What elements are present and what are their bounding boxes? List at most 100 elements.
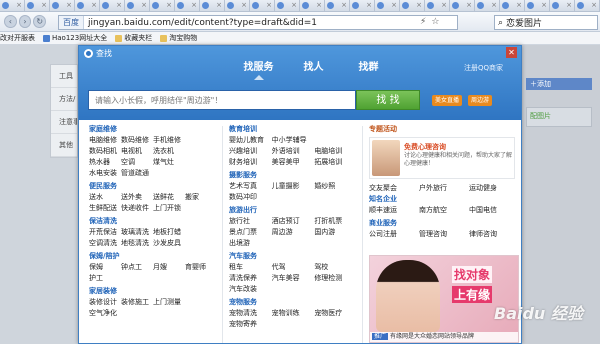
star-icon[interactable]: ☆	[431, 17, 439, 27]
browser-tab[interactable]: ×	[375, 0, 400, 11]
category-item[interactable]: 公司注册	[369, 229, 419, 240]
category-item[interactable]: 艺术写真	[229, 181, 272, 192]
browser-tab[interactable]: ×	[150, 0, 175, 11]
bookmark-item[interactable]: 收藏夹栏	[115, 33, 152, 43]
tab-close-icon[interactable]: ×	[491, 2, 497, 9]
category-item[interactable]: 律师咨询	[469, 229, 519, 240]
tab-close-icon[interactable]: ×	[566, 2, 572, 9]
tab-close-icon[interactable]: ×	[91, 2, 97, 9]
url-field[interactable]: 百度 jingyan.baidu.com/edit/content?type=d…	[58, 15, 458, 30]
register-merchant-link[interactable]: 注册QQ商家	[464, 63, 503, 73]
browser-search-box[interactable]: ⌕ 恋爱图片	[494, 15, 598, 30]
category-item[interactable]: 开荒保洁	[89, 227, 121, 238]
category-item[interactable]: 水电安装	[89, 168, 121, 179]
tab-close-icon[interactable]: ×	[516, 2, 522, 9]
background-add-button[interactable]: ＋添加	[526, 78, 592, 90]
browser-tab[interactable]: ×	[450, 0, 475, 11]
category-item[interactable]: 沙发皮具	[153, 238, 185, 249]
category-item[interactable]: 财务培训	[229, 157, 272, 168]
category-item[interactable]: 宠物寄养	[229, 319, 272, 330]
category-item[interactable]: 兴趣培训	[229, 146, 272, 157]
category-item[interactable]: 送水	[89, 192, 121, 203]
category-item[interactable]: 地板打蜡	[153, 227, 185, 238]
category-item[interactable]: 快递收件	[121, 203, 153, 214]
tab-close-icon[interactable]: ×	[391, 2, 397, 9]
category-item[interactable]: 搬家	[185, 192, 217, 203]
search-button[interactable]: 找 找	[356, 90, 420, 110]
tab-close-icon[interactable]: ×	[416, 2, 422, 9]
promo-card[interactable]: 免费心理咨询 讨论心理健康和相关问题，帮助大家了解心理健康！	[369, 137, 515, 179]
category-item[interactable]: 护工	[89, 273, 121, 284]
back-icon[interactable]: ‹	[4, 15, 17, 28]
category-item[interactable]: 旅行社	[229, 216, 272, 227]
browser-tab[interactable]: ×	[175, 0, 200, 11]
browser-tab[interactable]: ×	[425, 0, 450, 11]
category-item[interactable]: 驾校	[314, 262, 357, 273]
category-item[interactable]: 月嫂	[153, 262, 185, 273]
category-item[interactable]: 酒店预订	[272, 216, 315, 227]
bookmark-item[interactable]: 改对开服表	[0, 33, 35, 43]
tab-close-icon[interactable]: ×	[441, 2, 447, 9]
category-item[interactable]: 电脑维修	[89, 135, 121, 146]
category-item[interactable]: 育婴师	[185, 262, 217, 273]
category-item[interactable]: 南方航空	[419, 205, 469, 216]
category-item[interactable]: 中小学辅导	[272, 135, 315, 146]
browser-tab[interactable]: ×	[400, 0, 425, 11]
tab-close-icon[interactable]: ×	[266, 2, 272, 9]
browser-tab[interactable]: ×	[250, 0, 275, 11]
background-menu-item[interactable]: 其他	[51, 134, 77, 157]
category-item[interactable]: 租车	[229, 262, 272, 273]
tab-find-service[interactable]: 找服务	[231, 59, 286, 80]
category-item[interactable]: 汽车美容	[272, 273, 315, 284]
refresh-icon[interactable]: ↻	[33, 15, 47, 28]
category-item[interactable]: 打折机票	[314, 216, 357, 227]
browser-tab[interactable]: ×	[225, 0, 250, 11]
category-item[interactable]: 数码相机	[89, 146, 121, 157]
category-item[interactable]: 外语培训	[272, 146, 315, 157]
category-item[interactable]: 汽车改装	[229, 284, 272, 295]
tab-close-icon[interactable]: ×	[241, 2, 247, 9]
close-button[interactable]: ✕	[506, 47, 517, 58]
background-menu-item[interactable]: 注意事	[51, 111, 77, 134]
category-item[interactable]: 空调	[121, 157, 153, 168]
browser-tab[interactable]: ×	[475, 0, 500, 11]
category-item[interactable]: 数码维修	[121, 135, 153, 146]
category-item[interactable]: 婴幼儿教育	[229, 135, 272, 146]
tab-close-icon[interactable]: ×	[541, 2, 547, 9]
category-item[interactable]: 送外卖	[121, 192, 153, 203]
hot-tag-live[interactable]: 美女直播	[432, 95, 463, 106]
browser-tab[interactable]: ×	[0, 0, 25, 11]
tab-close-icon[interactable]: ×	[41, 2, 47, 9]
promo-link[interactable]: 运动健身	[469, 183, 519, 194]
tab-close-icon[interactable]: ×	[466, 2, 472, 9]
hot-tag-nearby-trip[interactable]: 周边游	[468, 95, 493, 106]
browser-tab[interactable]: ×	[50, 0, 75, 11]
forward-icon[interactable]: ›	[18, 15, 32, 28]
tab-close-icon[interactable]: ×	[116, 2, 122, 9]
tab-close-icon[interactable]: ×	[66, 2, 72, 9]
tab-find-group[interactable]: 找群	[341, 59, 396, 77]
category-item[interactable]: 保姆	[89, 262, 121, 273]
category-item[interactable]: 手机维修	[153, 135, 185, 146]
browser-tab[interactable]: ×	[500, 0, 525, 11]
category-item[interactable]: 拓展培训	[314, 157, 357, 168]
category-item[interactable]: 管理咨询	[419, 229, 469, 240]
dating-ad-banner[interactable]: 找对象 上有缘 推广 有缘网是大众婚恋网站领导品牌	[369, 255, 519, 343]
tab-close-icon[interactable]: ×	[316, 2, 322, 9]
browser-tab[interactable]: ×	[350, 0, 375, 11]
category-item[interactable]: 电脑培训	[314, 146, 357, 157]
category-item[interactable]: 数码冲印	[229, 192, 272, 203]
tab-close-icon[interactable]: ×	[291, 2, 297, 9]
url-text[interactable]: jingyan.baidu.com/edit/content?type=draf…	[84, 18, 317, 28]
category-item[interactable]: 装修施工	[121, 297, 153, 308]
category-item[interactable]: 宠物医疗	[314, 308, 357, 319]
category-item[interactable]: 上门开锁	[153, 203, 185, 214]
category-item[interactable]: 儿童摄影	[272, 181, 315, 192]
search-input[interactable]	[88, 90, 356, 110]
browser-tab[interactable]: ×	[525, 0, 550, 11]
browser-search-text[interactable]: 恋爱图片	[506, 16, 542, 29]
category-item[interactable]: 美容美甲	[272, 157, 315, 168]
tab-close-icon[interactable]: ×	[191, 2, 197, 9]
tab-find-people[interactable]: 找人	[286, 59, 341, 77]
promo-link[interactable]: 户外旅行	[419, 183, 469, 194]
